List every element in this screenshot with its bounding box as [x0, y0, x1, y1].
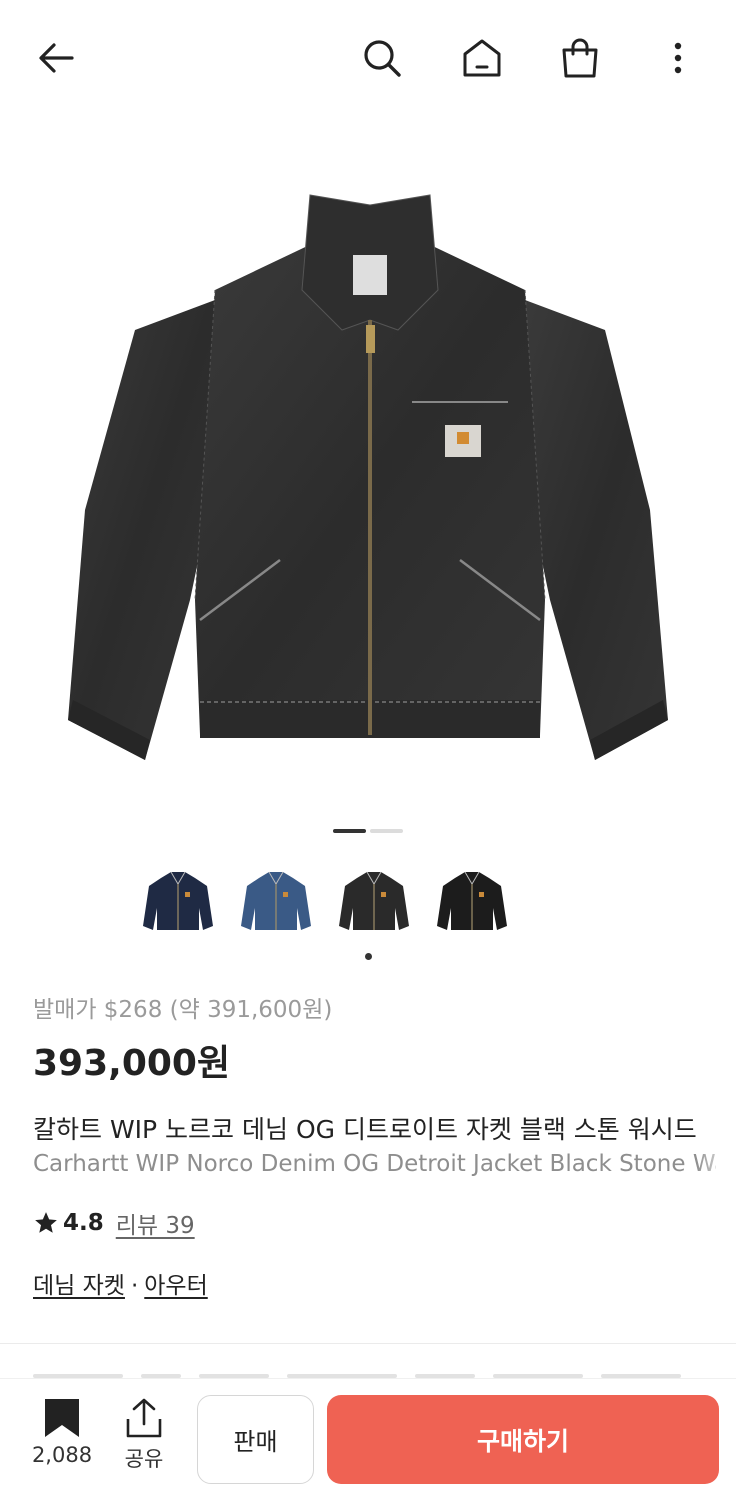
- share-button[interactable]: 공유: [112, 1397, 176, 1473]
- jacket-thumbnail-image: [143, 871, 213, 930]
- color-thumbnail-blue[interactable]: [238, 862, 314, 940]
- star-icon: [35, 1212, 57, 1233]
- shopping-bag-icon: [562, 38, 598, 78]
- pager-indicator-active: [333, 829, 366, 833]
- jacket-thumbnail-image: [437, 871, 507, 930]
- buy-button[interactable]: 구매하기: [327, 1395, 719, 1484]
- share-label: 공유: [124, 1447, 164, 1471]
- color-thumbnail-black-stone[interactable]: [336, 862, 412, 940]
- product-main-image[interactable]: [40, 180, 696, 780]
- more-vertical-icon: [674, 42, 682, 74]
- category-separator: ·: [130, 1273, 139, 1299]
- jacket-thumbnail-image: [339, 871, 409, 930]
- category-link-denim-jacket[interactable]: 데님 자켓: [33, 1273, 125, 1299]
- rating-score: 4.8: [63, 1210, 104, 1236]
- pager-indicator: [370, 829, 403, 833]
- jacket-thumbnail-image: [241, 871, 311, 930]
- release-price: 발매가 $268 (약 391,600원): [33, 997, 333, 1023]
- top-navigation-bar: [0, 0, 736, 116]
- bookmark-icon: [45, 1399, 79, 1437]
- share-icon: [126, 1398, 162, 1438]
- back-button[interactable]: [28, 30, 84, 86]
- product-name-english: Carhartt WIP Norco Denim OG Detroit Jack…: [33, 1151, 716, 1177]
- bookmark-button[interactable]: 2,088: [22, 1397, 102, 1467]
- product-name-korean: 칼하트 WIP 노르코 데님 OG 디트로이트 자켓 블랙 스톤 워시드: [33, 1115, 697, 1144]
- section-divider: [0, 1343, 736, 1344]
- cart-button[interactable]: [552, 30, 608, 86]
- home-button[interactable]: [454, 30, 510, 86]
- image-pagination: [333, 829, 403, 833]
- more-options-button[interactable]: [650, 30, 706, 86]
- color-thumbnail-navy[interactable]: [140, 862, 216, 940]
- sell-button[interactable]: 판매: [197, 1395, 314, 1484]
- next-section-peek: [33, 1364, 713, 1378]
- category-link-outer[interactable]: 아우터: [144, 1273, 207, 1299]
- search-button[interactable]: [354, 30, 410, 86]
- color-thumbnails: [140, 862, 510, 940]
- current-price: 393,000원: [33, 1043, 231, 1084]
- home-icon: [463, 39, 501, 77]
- arrow-left-icon: [39, 43, 74, 73]
- category-breadcrumb: 데님 자켓 · 아우터: [33, 1266, 208, 1300]
- reviews-link[interactable]: 리뷰 39: [116, 1206, 195, 1240]
- bookmark-count: 2,088: [31, 1443, 93, 1467]
- search-icon: [364, 40, 401, 77]
- bottom-action-bar: 2,088 공유 판매 구매하기: [0, 1378, 736, 1500]
- color-thumbnail-black[interactable]: [434, 862, 510, 940]
- jacket-image: [68, 194, 668, 760]
- selected-thumbnail-dot: [365, 953, 372, 960]
- rating-row: 4.8 리뷰 39: [33, 1206, 195, 1240]
- title-fade-overlay: [696, 1105, 736, 1180]
